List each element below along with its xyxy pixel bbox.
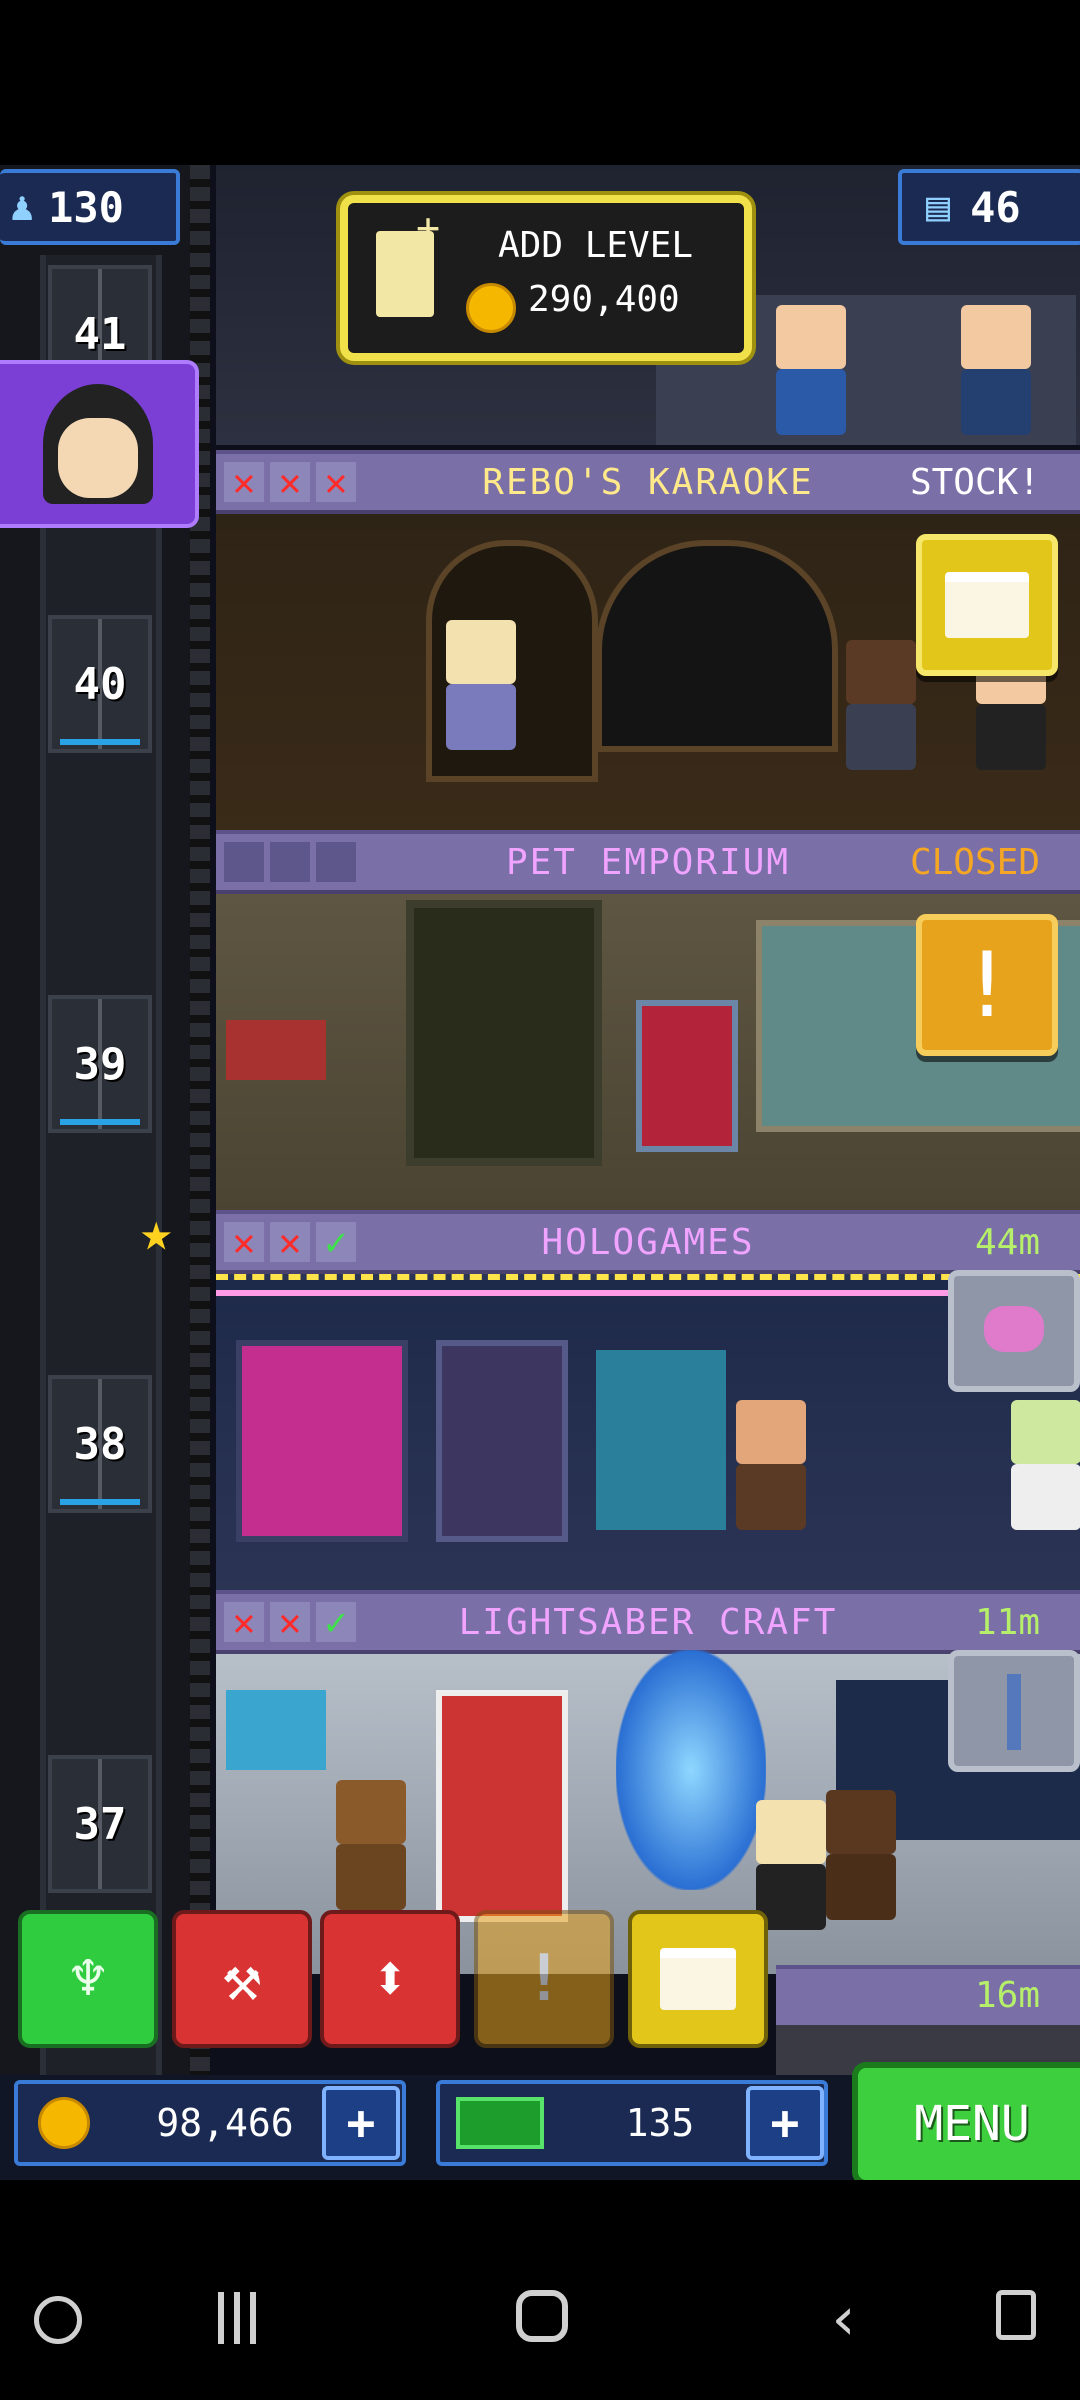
bux-value: 135 — [625, 2101, 695, 2145]
floor-banner: PET EMPORIUM CLOSED — [216, 830, 1080, 894]
star-icon: ★ — [140, 1200, 173, 1263]
tenant-figure — [961, 305, 1031, 435]
floor-rebos-karaoke[interactable]: ✕ ✕ ✕ REBO'S KARAOKE STOCK! — [216, 450, 1080, 834]
hammer-icon: ⚒ — [222, 1942, 262, 2016]
population-value: 130 — [48, 182, 124, 232]
build-button[interactable]: ⚒ — [172, 1910, 312, 2048]
floor-label: 39 — [73, 1038, 127, 1090]
tenant-figure — [1011, 1400, 1080, 1530]
coin-icon — [38, 2097, 90, 2149]
jellyfish-icon: ♆ — [69, 1944, 107, 2014]
alert-button[interactable]: ! — [474, 1910, 614, 2048]
floor-status: STOCK! — [909, 461, 1040, 503]
elevator-floor-38[interactable]: 38 — [48, 1375, 152, 1513]
plus-icon: + — [346, 2095, 376, 2151]
game-view[interactable]: 41 40 39 38 37 ★ ♟ 130 ▤ 46 + ADD LEVEL … — [0, 165, 1080, 2155]
product-bubble[interactable] — [948, 1650, 1080, 1772]
coins-value: 98,466 — [156, 2101, 294, 2145]
holo-game-icon — [984, 1306, 1044, 1352]
elevator-button[interactable]: ⬍ — [320, 1910, 460, 2048]
elevator-rider-avatar[interactable] — [0, 360, 199, 528]
tenant-figure — [446, 620, 516, 750]
floor-name: LIGHTSABER CRAFT — [458, 1601, 838, 1643]
exclamation-icon: ! — [524, 1942, 564, 2016]
elevator-floor-39[interactable]: 39 — [48, 995, 152, 1133]
exclamation-icon: ! — [959, 932, 1015, 1038]
floor-label: 40 — [73, 658, 127, 710]
menu-label: MENU — [914, 2096, 1030, 2152]
floor-count-value: 46 — [970, 182, 1021, 232]
system-nav-bar: ‹ — [0, 2180, 1080, 2400]
up-down-arrows-icon: ⬍ — [370, 1942, 410, 2016]
tenant-figure — [736, 1400, 806, 1530]
recent-apps-icon[interactable] — [218, 2292, 266, 2344]
restock-all-button[interactable] — [628, 1910, 768, 2048]
crate-icon — [660, 1948, 736, 2010]
floor-status: 11m — [974, 1601, 1040, 1643]
add-floor-icon: + — [376, 208, 440, 317]
home-icon[interactable] — [516, 2290, 568, 2342]
floor-status: CLOSED — [909, 841, 1040, 883]
bux-icon — [456, 2097, 544, 2149]
building-icon: ▤ — [926, 184, 951, 230]
crate-icon — [945, 572, 1029, 638]
floor-status: 16m — [974, 1975, 1040, 2016]
floor-name: HOLOGAMES — [541, 1221, 755, 1263]
bitizen-button[interactable]: ♆ — [18, 1910, 158, 2048]
tenant-figure — [846, 640, 916, 770]
product-bubble[interactable] — [948, 1270, 1080, 1392]
floor-pet-emporium[interactable]: PET EMPORIUM CLOSED ! — [216, 830, 1080, 1214]
floor-hologames[interactable]: ✕ ✕ ✓ HOLOGAMES 44m — [216, 1210, 1080, 1600]
floor-count-counter[interactable]: ▤ 46 — [898, 169, 1080, 245]
floor-status: 44m — [974, 1221, 1040, 1263]
floor-banner: ✕ ✕ ✕ REBO'S KARAOKE STOCK! — [216, 450, 1080, 514]
floor-banner-partial: 16m — [776, 1965, 1080, 2025]
person-icon: ♟ — [10, 184, 35, 230]
stock-button[interactable] — [916, 534, 1058, 676]
hooded-figure-icon — [42, 384, 153, 504]
floor-banner: ✕ ✕ ✓ LIGHTSABER CRAFT 11m — [216, 1590, 1080, 1654]
plus-icon: + — [770, 2095, 800, 2151]
elevator-floor-40[interactable]: 40 — [48, 615, 152, 753]
add-level-button[interactable]: + ADD LEVEL 290,400 — [340, 195, 752, 361]
back-icon[interactable]: ‹ — [826, 2284, 862, 2354]
lightsaber-icon — [1007, 1674, 1021, 1750]
tenant-figure — [776, 305, 846, 435]
buy-coins-button[interactable]: + — [322, 2086, 400, 2160]
buy-bux-button[interactable]: + — [746, 2086, 824, 2160]
game-launcher-icon[interactable] — [34, 2296, 82, 2344]
tenant-figure — [756, 1800, 826, 1930]
elevator-floor-37[interactable]: 37 — [48, 1755, 152, 1893]
closed-alert-button[interactable]: ! — [916, 914, 1058, 1056]
coin-icon — [466, 283, 516, 333]
population-counter[interactable]: ♟ 130 — [0, 169, 180, 245]
screen-touch-icon[interactable] — [996, 2290, 1036, 2340]
tenant-figure — [826, 1790, 896, 1920]
menu-button[interactable]: MENU — [852, 2062, 1080, 2186]
floor-label: 41 — [73, 308, 127, 360]
floor-label: 38 — [73, 1418, 127, 1470]
add-level-title: ADD LEVEL — [498, 225, 694, 266]
floor-banner: ✕ ✕ ✓ HOLOGAMES 44m — [216, 1210, 1080, 1274]
tenant-figure — [336, 1780, 406, 1910]
add-level-cost: 290,400 — [528, 279, 680, 320]
floor-label: 37 — [73, 1798, 127, 1850]
